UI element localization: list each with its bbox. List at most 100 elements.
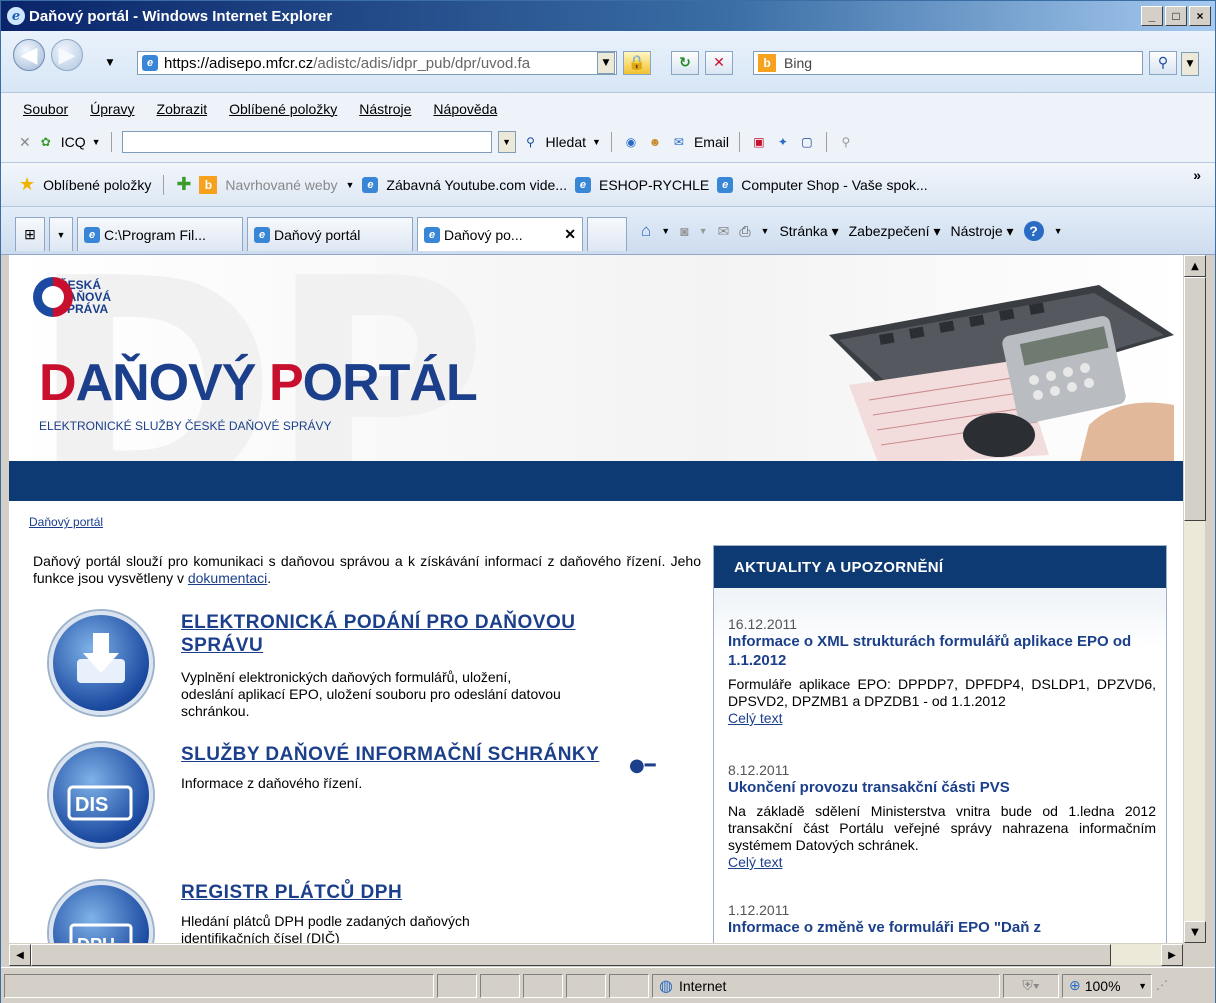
menu-oblibene[interactable]: Oblíbené položky [229,101,337,117]
forward-button[interactable]: ▶ [51,39,83,71]
service-title-epo[interactable]: ELEKTRONICKÁ PODÁNÍ PRO DAŇOVOU SPRÁVU [181,611,641,657]
search-button[interactable]: ⚲ [1149,51,1177,75]
pin-icon[interactable]: ⚲ [837,133,855,151]
menu-upravy[interactable]: Úpravy [90,101,134,117]
vertical-scrollbar[interactable]: ▲ ▼ [1183,255,1206,943]
refresh-button[interactable]: ↻ [671,51,699,75]
zoom-icon: ⊕ [1069,977,1081,993]
minimize-button[interactable]: _ [1141,6,1163,26]
menu-nastroje[interactable]: Nástroje [359,101,411,117]
documentation-link[interactable]: dokumentaci [188,570,267,586]
games-icon[interactable]: ✦ [774,133,792,151]
page-content: D P ČESKÁ DAŇOVÁ SPRÁVA DAŇOVÝ PORTÁL ELE… [9,255,1183,943]
feeds-dropdown[interactable]: ▼ [699,226,708,236]
media-icon[interactable]: ▢ [798,133,816,151]
favorites-overflow-button[interactable]: » [1193,167,1201,183]
intro-text: Daňový portál slouží pro komunikaci s da… [33,553,701,587]
home-icon[interactable]: ⌂ [641,221,651,241]
icq-label[interactable]: ICQ [61,134,86,150]
breadcrumb[interactable]: Daňový portál [29,515,103,529]
security-zone[interactable]: ◍ Internet [652,973,1000,998]
fav-youtube[interactable]: Zábavná Youtube.com vide... [386,177,567,193]
dis-mailbox-icon[interactable]: DIS [49,743,153,847]
news-title[interactable]: Informace o změně ve formuláři EPO "Daň … [728,918,1156,937]
lock-icon[interactable]: 🔒 [623,51,651,75]
fav-eshop[interactable]: ESHOP-RYCHLE [599,177,709,193]
note-icon[interactable]: ▣ [750,133,768,151]
tab-danovy-portal-active[interactable]: e Daňový po... ✕ [417,217,583,251]
news-title[interactable]: Informace o XML strukturách formulářů ap… [728,632,1156,670]
page-menu[interactable]: Stránka ▾ [779,223,838,240]
tab-program-files[interactable]: e C:\Program Fil... [77,217,243,251]
history-dropdown-button[interactable]: ▼ [101,52,119,74]
separator [610,132,612,152]
hledat-button[interactable]: Hledat [546,134,586,150]
vertical-scroll-thumb[interactable] [1184,277,1206,521]
resize-grip-icon[interactable]: ⋰ [1156,978,1172,994]
hledat-dropdown[interactable]: ▼ [592,137,601,147]
download-icon[interactable] [49,611,153,715]
tools-menu-label: Nástroje [950,222,1003,239]
tab-list-button[interactable]: ▼ [49,217,73,251]
print-dropdown[interactable]: ▼ [761,226,770,236]
globe-icon[interactable]: ◉ [622,133,640,151]
menu-zobrazit[interactable]: Zobrazit [157,101,208,117]
stop-button[interactable]: ✕ [705,51,733,75]
address-dropdown-button[interactable]: ▼ [597,52,615,74]
banner-bar [9,461,1183,501]
fav-dropdown[interactable]: ▼ [345,180,354,190]
print-icon[interactable]: ⎙ [739,223,750,240]
read-mail-icon[interactable]: ✉ [718,223,730,240]
feeds-icon[interactable]: ◙ [680,223,688,239]
dph-folder-icon[interactable]: DPH [49,881,153,943]
home-dropdown[interactable]: ▼ [661,226,670,236]
fav-computer-shop[interactable]: Computer Shop - Vaše spok... [741,177,928,193]
url-prefix: https://adisepo. [164,54,266,72]
protected-mode-button[interactable]: ⛨▾ [1003,973,1059,998]
horizontal-scrollbar[interactable]: ◀ ▶ [9,943,1183,966]
back-button[interactable]: ◀ [13,39,45,71]
url-path: /adistc/adis/idpr_pub/dpr/uvod.fa [313,54,531,72]
search-box[interactable]: b Bing [753,51,1143,75]
scroll-down-button[interactable]: ▼ [1184,921,1206,943]
news-more-link[interactable]: Celý text [728,854,1156,870]
service-dis: DIS SLUŽBY DAŇOVÉ INFORMAČNÍ SCHRÁNKY In… [49,743,689,863]
icq-search-dropdown[interactable]: ▼ [497,131,516,153]
service-title-dis[interactable]: SLUŽBY DAŇOVÉ INFORMAČNÍ SCHRÁNKY [181,743,599,766]
scroll-left-button[interactable]: ◀ [9,944,31,966]
horizontal-scroll-thumb[interactable] [31,944,1111,966]
news-more-link[interactable]: Celý text [728,710,1156,726]
menu-napoveda[interactable]: Nápověda [433,101,497,117]
email-button[interactable]: Email [694,134,729,150]
add-favorite-icon[interactable]: ✚ [176,174,191,195]
menu-soubor[interactable]: Soubor [23,101,68,117]
bing-fav-icon: b [199,175,218,194]
icq-dropdown-button[interactable]: ▼ [92,137,101,147]
service-title-dph[interactable]: REGISTR PLÁTCŮ DPH [181,881,402,904]
ie-page-icon: e [362,176,379,193]
address-bar[interactable]: e https://adisepo. mfcr.cz/adistc/adis/id… [137,51,617,75]
close-window-button[interactable]: × [1189,6,1211,26]
tab-danovy-portal[interactable]: e Daňový portál [247,217,413,251]
help-icon[interactable]: ? [1023,221,1044,241]
maximize-button[interactable]: □ [1165,6,1187,26]
icq-search-input[interactable] [121,131,492,153]
search-options-button[interactable]: ▼ [1181,52,1199,76]
zoom-button[interactable]: ⊕ 100% ▼ [1062,973,1152,998]
fav-navrhovane-weby[interactable]: Navrhované weby [225,177,337,193]
cds-logo[interactable]: ČESKÁ DAŇOVÁ SPRÁVA [33,277,111,317]
tools-menu[interactable]: Nástroje ▾ [951,223,1014,240]
favorites-button[interactable]: Oblíbené položky [43,177,151,193]
scroll-up-button[interactable]: ▲ [1184,255,1206,277]
scroll-right-button[interactable]: ▶ [1161,944,1183,966]
tab-label: Daňový portál [274,226,361,243]
people-icon[interactable]: ☻ [646,133,664,151]
quick-tabs-button[interactable]: ⊞ [15,217,45,251]
news-title[interactable]: Ukončení provozu transakční části PVS [728,778,1156,797]
news-header: AKTUALITY A UPOZORNĚNÍ [714,546,1166,588]
help-dropdown[interactable]: ▼ [1054,226,1063,236]
security-menu[interactable]: Zabezpečení ▾ [849,223,941,240]
close-toolbar-icon[interactable]: ✕ [19,134,31,151]
close-tab-icon[interactable]: ✕ [564,226,576,243]
new-tab-button[interactable] [587,217,627,251]
